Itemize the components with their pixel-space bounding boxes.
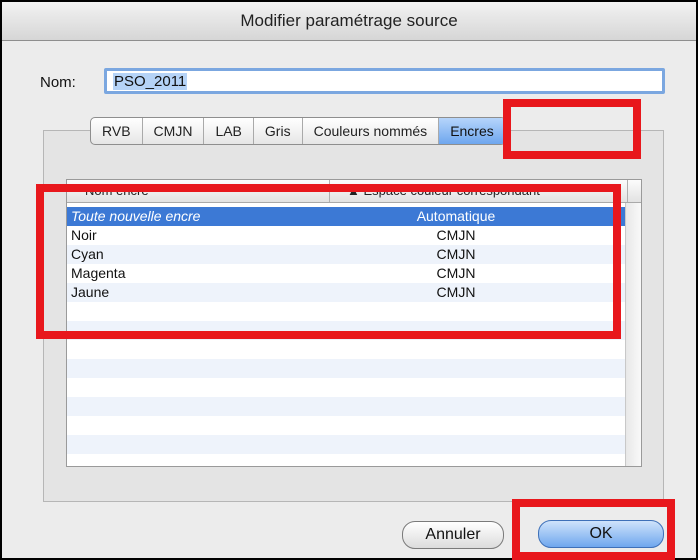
empty-row bbox=[67, 454, 625, 466]
table-row[interactable]: Magenta CMJN bbox=[67, 264, 625, 283]
ink-name-cell: Noir bbox=[71, 227, 97, 243]
window-title: Modifier paramétrage source bbox=[2, 2, 696, 41]
color-space-cell: CMJN bbox=[436, 284, 476, 300]
table-row[interactable]: Toute nouvelle encre Automatique bbox=[67, 207, 625, 226]
dialog-window: Modifier paramétrage source Nom: PSO_201… bbox=[0, 0, 698, 560]
tab-rvb[interactable]: RVB bbox=[91, 118, 143, 144]
tab-couleurs-nommes[interactable]: Couleurs nommés bbox=[303, 118, 440, 144]
ink-name-cell: Cyan bbox=[71, 246, 104, 262]
tab-cmjn[interactable]: CMJN bbox=[143, 118, 205, 144]
tab-encres[interactable]: Encres bbox=[439, 118, 505, 144]
column-header-ink-name[interactable]: Nom encre bbox=[85, 183, 149, 198]
column-divider bbox=[329, 180, 330, 202]
empty-row bbox=[67, 435, 625, 454]
vertical-scrollbar[interactable] bbox=[625, 203, 641, 466]
empty-row bbox=[67, 302, 625, 321]
tab-lab[interactable]: LAB bbox=[204, 118, 254, 144]
empty-row bbox=[67, 359, 625, 378]
table-row[interactable]: Cyan CMJN bbox=[67, 245, 625, 264]
color-space-cell: CMJN bbox=[436, 246, 476, 262]
color-space-cell: Automatique bbox=[416, 208, 496, 224]
empty-row bbox=[67, 397, 625, 416]
tab-bar: RVB CMJN LAB Gris Couleurs nommés Encres bbox=[90, 117, 506, 145]
column-header-color-space[interactable]: ▲ Espace couleur correspondant bbox=[347, 183, 540, 198]
table-row[interactable]: Jaune CMJN bbox=[67, 283, 625, 302]
name-label: Nom: bbox=[40, 74, 76, 91]
empty-row bbox=[67, 416, 625, 435]
ok-button[interactable]: OK bbox=[538, 520, 664, 548]
name-input[interactable]: PSO_2011 bbox=[104, 68, 665, 94]
tab-gris[interactable]: Gris bbox=[254, 118, 303, 144]
empty-row bbox=[67, 321, 625, 340]
ink-table: Nom encre ▲ Espace couleur correspondant… bbox=[66, 179, 642, 467]
cancel-button[interactable]: Annuler bbox=[402, 521, 504, 549]
name-input-value: PSO_2011 bbox=[113, 73, 188, 90]
color-space-cell: CMJN bbox=[436, 227, 476, 243]
empty-row bbox=[67, 340, 625, 359]
column-divider bbox=[627, 180, 628, 202]
empty-row bbox=[67, 378, 625, 397]
ink-name-cell: Jaune bbox=[71, 284, 110, 300]
color-space-cell: CMJN bbox=[436, 265, 476, 281]
table-header: Nom encre ▲ Espace couleur correspondant bbox=[67, 180, 641, 203]
table-row[interactable]: Noir CMJN bbox=[67, 226, 625, 245]
ink-name-cell: Magenta bbox=[71, 265, 126, 281]
ink-name-cell: Toute nouvelle encre bbox=[71, 208, 201, 224]
